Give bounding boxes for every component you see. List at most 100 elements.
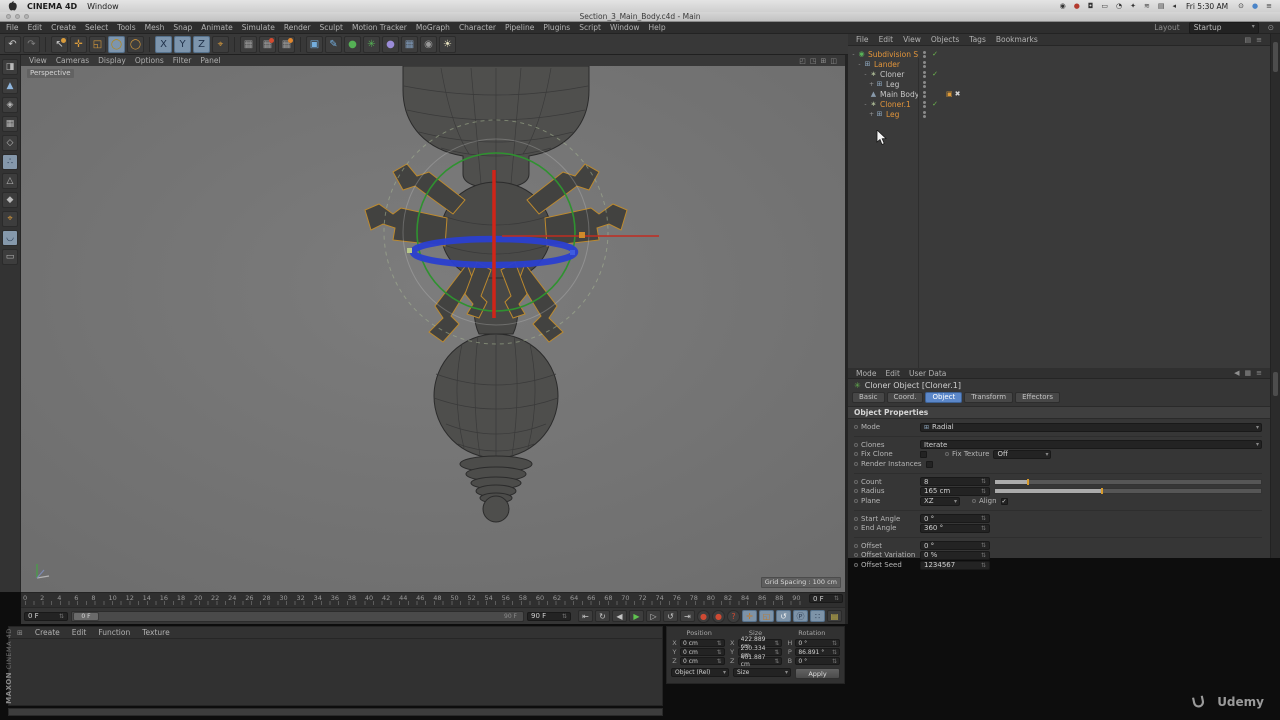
app-menu-item[interactable]: Simulate [242, 23, 275, 32]
app-menu-item[interactable]: Edit [28, 23, 43, 32]
object-name[interactable]: Cloner [880, 70, 904, 79]
expand-toggle-icon[interactable]: - [862, 101, 869, 108]
timeline-ruler[interactable]: 0 2 4 6 8 10 12 14 16 18 20 22 24 26 28 30 32 34 36 38 40 42 4… [21, 592, 845, 607]
viewport-menu-item[interactable]: Filter [173, 56, 192, 65]
live-selection-icon[interactable]: ↖ [51, 35, 68, 53]
app-menu-item[interactable]: Script [579, 23, 601, 32]
spotlight-icon[interactable]: ⊙ [1238, 2, 1244, 10]
last-tool-icon[interactable]: ◯ [127, 35, 144, 53]
offset-variation-field[interactable]: 0 % ⇅ [920, 550, 990, 560]
object-manager-menu-item[interactable]: Objects [931, 35, 959, 44]
material-menu-item[interactable]: Texture [142, 628, 169, 637]
render-view-icon[interactable]: ▦ [240, 35, 257, 53]
offset-seed-field[interactable]: 1234567 ⇅ [920, 560, 990, 570]
object-manager-menu-item[interactable]: Edit [879, 35, 894, 44]
key-parameter-toggle[interactable]: Ⓟ [793, 610, 808, 622]
clones-dropdown[interactable]: Iterate [920, 440, 1262, 449]
fix-texture-dropdown[interactable]: Off [993, 449, 1052, 459]
object-type-icon[interactable]: ∗ [869, 100, 878, 108]
record-keyframe-button[interactable]: ● [697, 609, 710, 623]
material-panel-icon[interactable]: ⊞ [17, 629, 23, 637]
app-menu-item[interactable]: Plugins [543, 23, 570, 32]
play-mode-button[interactable]: ↻ [595, 610, 610, 622]
goto-start-button[interactable]: ⇤ [578, 610, 593, 622]
app-menu-item[interactable]: Animate [201, 23, 232, 32]
macos-window-menu[interactable]: Window [87, 2, 119, 11]
material-menu-item[interactable]: Edit [72, 628, 87, 637]
viewport-menu-item[interactable]: Display [98, 56, 126, 65]
add-generator-icon[interactable]: ● [344, 35, 361, 53]
attribute-tab[interactable]: Basic [852, 392, 885, 403]
count-slider[interactable] [994, 478, 1262, 485]
visibility-dots[interactable] [918, 70, 930, 78]
expand-toggle-icon[interactable]: - [856, 61, 863, 68]
screen-record-icon[interactable]: ◉ [1060, 2, 1066, 10]
object-manager-menu-item[interactable]: Tags [969, 35, 986, 44]
play-cycle-button[interactable]: ↺ [663, 610, 678, 622]
add-light-icon[interactable]: ☀ [439, 35, 456, 53]
keyboard-icon[interactable]: ✦ [1130, 2, 1136, 10]
count-field[interactable]: 8 ⇅ [920, 477, 990, 486]
phong-tag-icon[interactable]: ✖ [955, 90, 961, 98]
add-environment-icon[interactable]: ▦ [401, 35, 418, 53]
add-spline-icon[interactable]: ✎ [325, 35, 342, 53]
object-type-icon[interactable]: ⊞ [863, 60, 872, 68]
app-menu-item[interactable]: Help [649, 23, 666, 32]
app-menu-item[interactable]: Window [610, 23, 640, 32]
siri-icon[interactable]: ● [1252, 2, 1258, 10]
object-type-icon[interactable]: ∗ [869, 70, 878, 78]
object-tree-row[interactable]: - ∗ Cloner ▣ ✖ [850, 69, 1270, 79]
apply-button[interactable]: Apply [795, 668, 840, 679]
rotation-field[interactable]: 0 ° ⇅ [795, 657, 841, 665]
visibility-dots[interactable] [918, 90, 930, 98]
view-layout-4up-icon[interactable]: ⊞ [821, 57, 827, 65]
app-menu-item[interactable]: Select [85, 23, 108, 32]
object-name[interactable]: Leg [886, 110, 899, 119]
object-name[interactable]: Leg [886, 80, 899, 89]
gizmo-handle-x[interactable] [579, 232, 585, 238]
key-position-toggle[interactable]: ✛ [742, 610, 757, 622]
make-editable-icon[interactable]: ▲ [2, 78, 18, 94]
attribute-tab[interactable]: Transform [964, 392, 1014, 403]
object-tree-row[interactable]: - ⊞ Lander ▣ ✖ [850, 59, 1270, 69]
texture-mode-icon[interactable]: ▦ [2, 116, 18, 132]
view-maximize-icon[interactable]: ◫ [830, 57, 837, 65]
right-scrollbar[interactable] [1270, 34, 1280, 558]
app-menu-item[interactable]: Pipeline [505, 23, 534, 32]
rotation-field[interactable]: 86.891 ° ⇅ [795, 648, 841, 656]
visibility-dots[interactable] [918, 110, 930, 118]
rotate-tool-icon[interactable]: ◯ [108, 35, 125, 53]
key-rotation-toggle[interactable]: ↺ [776, 610, 791, 622]
app-menu-item[interactable]: Tools [117, 23, 135, 32]
offset-field[interactable]: 0 ° ⇅ [920, 541, 990, 550]
undo-icon[interactable]: ↶ [4, 35, 21, 53]
app-menu-item[interactable]: Snap [173, 23, 192, 32]
menubar-clock[interactable]: Fri 5:30 AM [1186, 2, 1228, 11]
position-field[interactable]: 0 cm ⇅ [680, 657, 725, 665]
material-menu-item[interactable]: Function [98, 628, 130, 637]
current-frame-field[interactable]: 0 F ⇅ [24, 611, 68, 621]
start-angle-field[interactable]: 0 ° ⇅ [920, 514, 990, 523]
object-tree-row[interactable]: ▲ Main Body ▣ ✖ [850, 89, 1270, 99]
workplane-icon[interactable]: ◇ [2, 135, 18, 151]
object-manager-menu-item[interactable]: View [903, 35, 921, 44]
render-settings-icon[interactable]: ▦ [278, 35, 295, 53]
add-mograph-icon[interactable]: ✳ [363, 35, 380, 53]
render-instances-checkbox[interactable] [925, 460, 933, 468]
minimal-solo-button[interactable]: ▤ [827, 610, 842, 622]
volume-icon[interactable]: ◂ [1172, 2, 1176, 10]
enable-checkmark[interactable] [930, 70, 940, 78]
viewport[interactable]: View Cameras Display Options Filter Panel ◰ ◳ ⊞… [21, 55, 845, 592]
app-menu-item[interactable]: Render [284, 23, 311, 32]
viewport-menu-item[interactable]: Options [135, 56, 164, 65]
add-deformer-icon[interactable]: ● [382, 35, 399, 53]
object-name[interactable]: Cloner.1 [880, 100, 911, 109]
goto-end-button[interactable]: ⇥ [680, 610, 695, 622]
gizmo-handle-left[interactable] [407, 248, 412, 253]
wifi-icon[interactable]: ≋ [1144, 2, 1150, 10]
redo-icon[interactable]: ↷ [23, 35, 40, 53]
render-picture-viewer-icon[interactable]: ▦ [259, 35, 276, 53]
expand-toggle-icon[interactable]: + [868, 81, 875, 88]
layout-dropdown[interactable]: Startup [1188, 21, 1259, 34]
app-menu-item[interactable]: Sculpt [320, 23, 343, 32]
